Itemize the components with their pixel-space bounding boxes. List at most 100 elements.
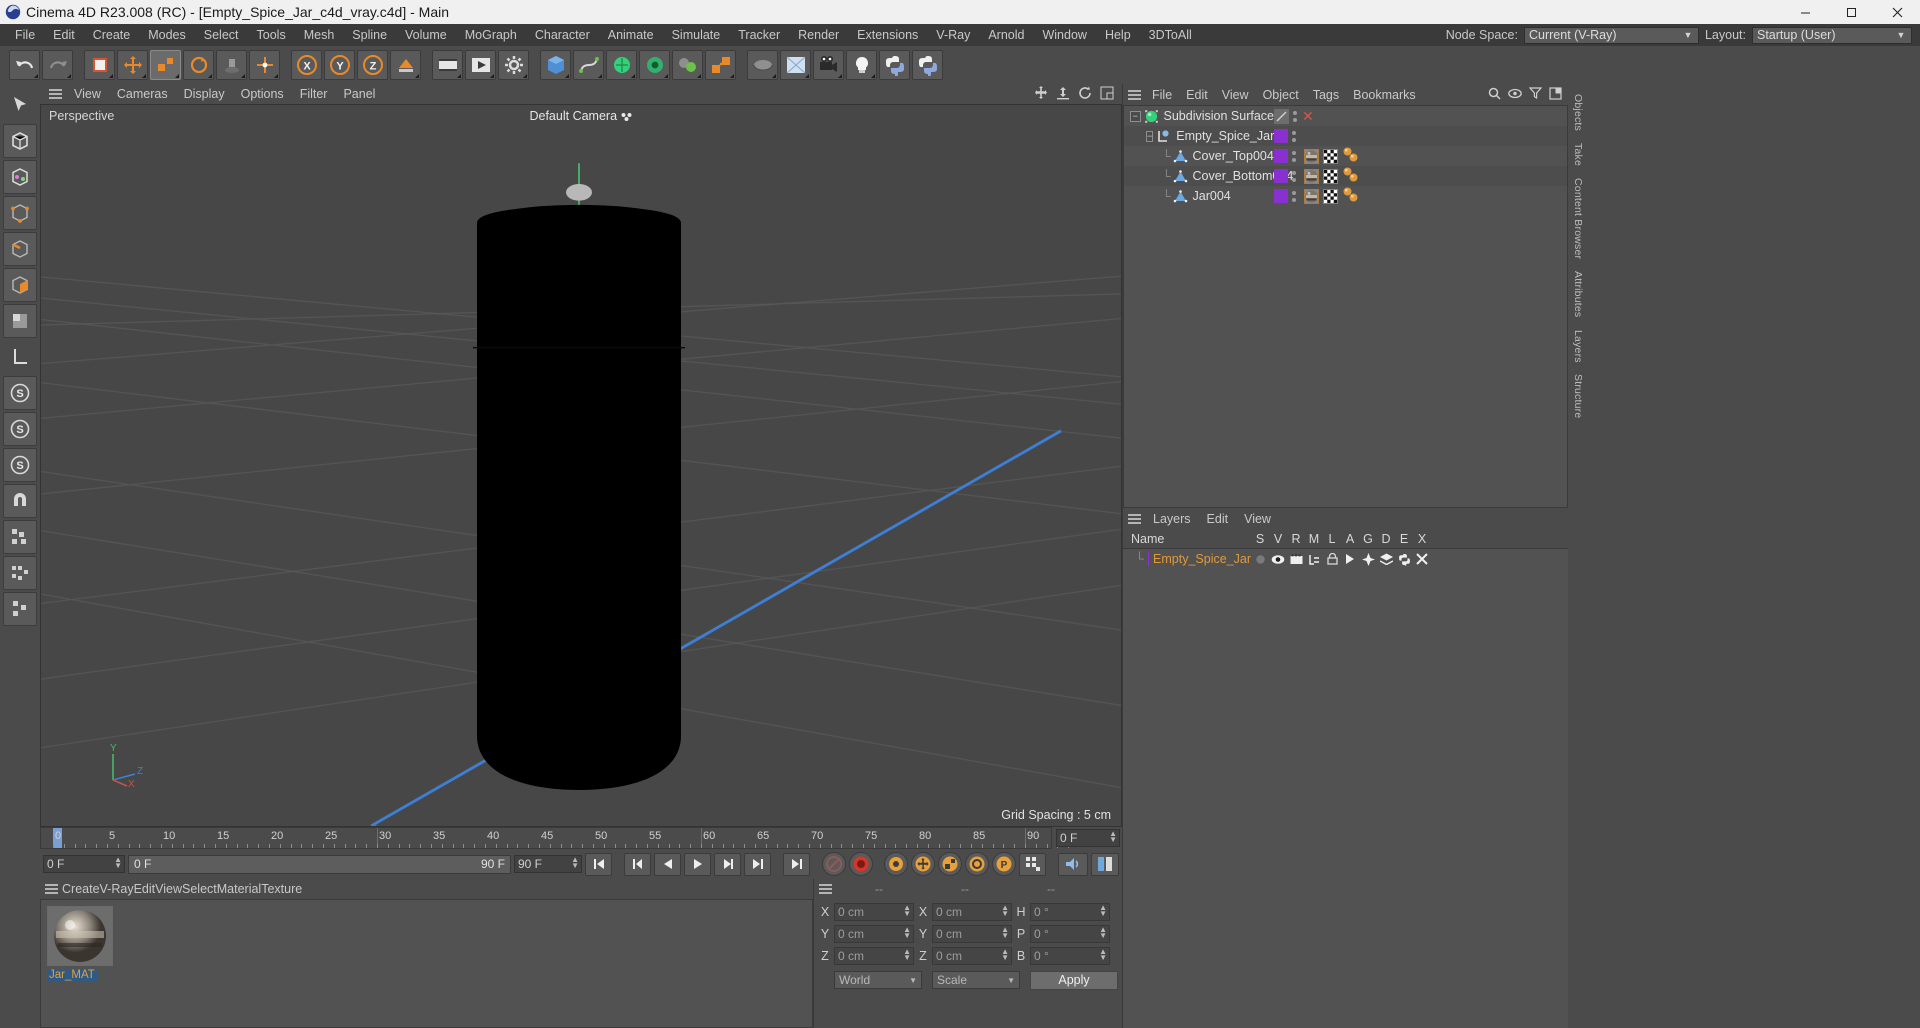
close-button[interactable]: [1874, 0, 1920, 24]
uvw-tag-icon[interactable]: [1323, 148, 1338, 164]
size-field[interactable]: 0 cm ▲ ▼: [932, 925, 1012, 943]
perspective-viewport[interactable]: Perspective Default Camera Grid Spacing …: [40, 104, 1122, 827]
layer-color-swatch[interactable]: [1147, 552, 1150, 566]
coordinate-menu-icon[interactable]: [814, 884, 836, 894]
floor-button[interactable]: [747, 50, 778, 80]
material-menu-icon[interactable]: [40, 884, 62, 894]
filter-icon[interactable]: [1528, 87, 1543, 102]
environment-button[interactable]: [705, 50, 736, 80]
expand-collapse-toggle[interactable]: −: [1146, 130, 1154, 142]
menu-item-modes[interactable]: Modes: [139, 26, 195, 44]
maximize-viewport-icon[interactable]: [1100, 86, 1114, 103]
vertical-tab-objects[interactable]: Objects: [1570, 88, 1586, 137]
array-button[interactable]: [639, 50, 670, 80]
layer-lock-icon[interactable]: [1323, 553, 1341, 565]
bend-deformer-button[interactable]: [672, 50, 703, 80]
object-row[interactable]: └ Cover_Bottom004: [1124, 166, 1567, 186]
menu-item-bookmarks[interactable]: Bookmarks: [1346, 86, 1423, 104]
layer-manager-tree-icon[interactable]: [1305, 554, 1323, 565]
menu-item-edit[interactable]: Edit: [44, 26, 84, 44]
vertical-tab-content-browser[interactable]: Content Browser: [1570, 172, 1586, 265]
material-tag-icon[interactable]: [1304, 188, 1319, 204]
menu-item-character[interactable]: Character: [526, 26, 599, 44]
viewport-menu-icon[interactable]: [44, 89, 66, 99]
menu-item-view[interactable]: View: [1236, 510, 1279, 528]
menu-item-tracker[interactable]: Tracker: [729, 26, 789, 44]
menu-item-spline[interactable]: Spline: [343, 26, 396, 44]
lock-z-axis-button[interactable]: Z: [357, 50, 388, 80]
undo-button[interactable]: [9, 50, 40, 80]
object-name-label[interactable]: Cover_Top004: [1193, 149, 1274, 163]
layer-row[interactable]: └ Empty_Spice_Jar: [1123, 549, 1568, 569]
object-tree[interactable]: − Subdivision Surface ✕ − Empty_Spice_Jar └ Co…: [1123, 105, 1568, 508]
timeline-settings-button[interactable]: [1091, 852, 1119, 876]
object-name-label[interactable]: Empty_Spice_Jar: [1176, 129, 1274, 143]
layer-expressions-python-icon[interactable]: [1395, 553, 1413, 566]
spinner-icon[interactable]: ▲ ▼: [114, 856, 122, 870]
play-sound-button[interactable]: [1058, 852, 1088, 876]
layer-animation-play-icon[interactable]: [1341, 553, 1359, 565]
menu-item-animate[interactable]: Animate: [599, 26, 663, 44]
menu-item-view[interactable]: View: [66, 85, 109, 103]
position-key-button[interactable]: [911, 852, 935, 876]
phong-tag-icon[interactable]: [1342, 147, 1359, 165]
point-level-animation-button[interactable]: [1019, 852, 1046, 876]
cube-primitive-button[interactable]: [540, 50, 571, 80]
object-row[interactable]: └ Cover_Top004: [1124, 146, 1567, 166]
next-frame-button[interactable]: [714, 852, 741, 876]
parameter-key-button[interactable]: P: [992, 852, 1016, 876]
material-tag-icon[interactable]: [1304, 148, 1319, 164]
phong-tag-icon[interactable]: [1342, 167, 1359, 185]
texture-mode-button[interactable]: [3, 160, 37, 194]
light-button[interactable]: [846, 50, 877, 80]
menu-item-texture[interactable]: Texture: [261, 882, 302, 896]
menu-item-options[interactable]: Options: [233, 85, 292, 103]
object-row[interactable]: − Empty_Spice_Jar: [1124, 126, 1567, 146]
rotation-field[interactable]: 0 ° ▲ ▼: [1030, 947, 1110, 965]
maximize-button[interactable]: [1828, 0, 1874, 24]
menu-item-select[interactable]: Select: [182, 882, 217, 896]
snap-quantize-button[interactable]: S: [3, 412, 37, 446]
rotate-viewport-icon[interactable]: [1078, 86, 1092, 103]
position-field[interactable]: 0 cm ▲ ▼: [834, 947, 914, 965]
layer-visible-eye-icon[interactable]: [1269, 554, 1287, 565]
menu-item-volume[interactable]: Volume: [396, 26, 456, 44]
world-coordinates-button[interactable]: [390, 50, 421, 80]
layout-dropdown[interactable]: Startup (User) ▼: [1752, 26, 1912, 44]
point-mode-button[interactable]: [3, 196, 37, 230]
vertical-tab-layers[interactable]: Layers: [1570, 324, 1586, 369]
spinner-icon[interactable]: ▲ ▼: [1001, 926, 1009, 940]
spinner-icon[interactable]: ▲ ▼: [1099, 948, 1107, 962]
move-viewport-icon[interactable]: [1034, 85, 1048, 103]
apply-button[interactable]: Apply: [1030, 970, 1118, 990]
visibility-dots[interactable]: [1292, 170, 1296, 182]
workplane-mode-button[interactable]: [3, 304, 37, 338]
minimize-button[interactable]: [1782, 0, 1828, 24]
preview-range-slider[interactable]: 0 F 90 F: [128, 854, 511, 874]
menu-item-object[interactable]: Object: [1256, 86, 1306, 104]
layer-render-film-icon[interactable]: [1287, 553, 1305, 565]
scale-tool-button[interactable]: [150, 50, 181, 80]
spinner-icon[interactable]: ▲ ▼: [903, 904, 911, 918]
object-name-label[interactable]: Jar004: [1193, 189, 1231, 203]
edge-mode-button[interactable]: [3, 232, 37, 266]
search-icon[interactable]: [1488, 87, 1501, 103]
menu-item-arnold[interactable]: Arnold: [979, 26, 1033, 44]
python-tag-button[interactable]: [912, 50, 943, 80]
frame-end-field[interactable]: 90 F ▲ ▼: [514, 855, 582, 873]
menu-item-layers[interactable]: Layers: [1145, 510, 1199, 528]
menu-item-simulate[interactable]: Simulate: [663, 26, 730, 44]
menu-item-panel[interactable]: Panel: [335, 85, 383, 103]
spinner-icon[interactable]: ▲ ▼: [1099, 926, 1107, 940]
no-layer-chip[interactable]: [1274, 108, 1289, 124]
material-item[interactable]: Jar_MAT: [47, 906, 113, 981]
dynamic-place-button[interactable]: [216, 50, 247, 80]
go-to-end-button[interactable]: [783, 852, 810, 876]
polygon-mode-button[interactable]: [3, 268, 37, 302]
viewport-solo-single-button[interactable]: [3, 556, 37, 590]
autokeying-button[interactable]: [849, 852, 873, 876]
live-selection-button[interactable]: [84, 50, 115, 80]
object-layer-chip[interactable]: [1274, 189, 1288, 203]
menu-item-v-ray[interactable]: V-Ray: [100, 882, 134, 896]
menu-item-render[interactable]: Render: [789, 26, 848, 44]
